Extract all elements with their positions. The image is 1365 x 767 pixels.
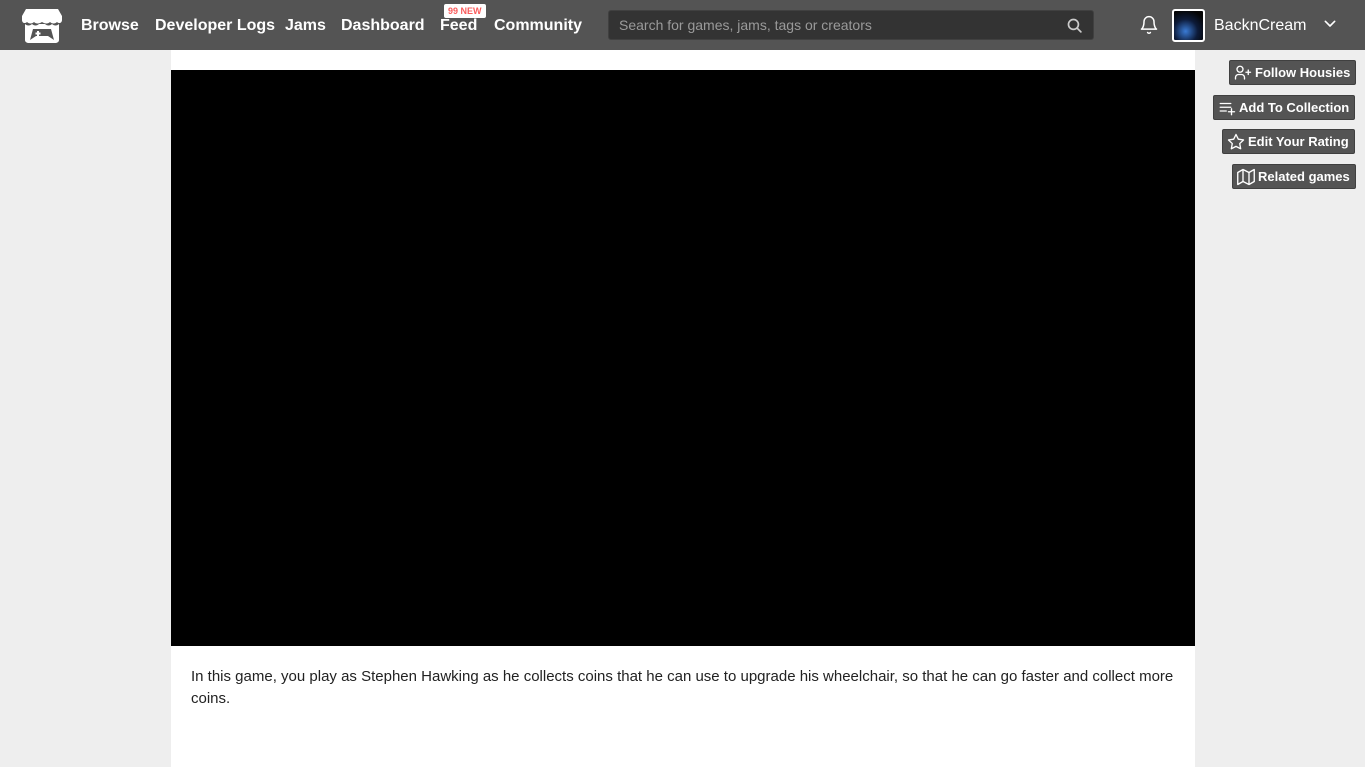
game-embed-frame[interactable] <box>171 70 1195 646</box>
search-icon[interactable] <box>1066 17 1083 34</box>
nav-developer-logs[interactable]: Developer Logs <box>155 15 275 37</box>
edit-rating-label: Edit Your Rating <box>1248 134 1349 149</box>
game-description: In this game, you play as Stephen Hawkin… <box>191 668 1174 707</box>
feed-new-badge: 99 NEW <box>444 4 486 18</box>
nav-dashboard[interactable]: Dashboard <box>341 15 425 37</box>
itchio-logo-icon[interactable] <box>22 7 62 44</box>
related-games-button[interactable]: Related games <box>1232 164 1356 189</box>
related-games-label: Related games <box>1258 169 1350 184</box>
map-icon <box>1237 168 1255 185</box>
search-bar <box>608 10 1094 40</box>
edit-rating-button[interactable]: Edit Your Rating <box>1222 129 1355 154</box>
user-plus-icon <box>1234 65 1252 80</box>
playlist-add-icon <box>1219 102 1236 115</box>
top-navigation-bar: Browse Developer Logs Jams Dashboard Fee… <box>0 0 1365 50</box>
nav-community[interactable]: Community <box>494 15 582 37</box>
follow-button-label: Follow Housies <box>1255 65 1351 80</box>
chevron-down-icon[interactable] <box>1321 16 1339 32</box>
username[interactable]: BacknCream <box>1214 15 1306 37</box>
bell-icon[interactable] <box>1139 14 1159 36</box>
nav-feed[interactable]: Feed <box>440 15 477 37</box>
nav-jams[interactable]: Jams <box>285 15 326 37</box>
add-to-collection-button[interactable]: Add To Collection <box>1213 95 1356 120</box>
nav-browse[interactable]: Browse <box>81 15 139 37</box>
game-page: In this game, you play as Stephen Hawkin… <box>171 50 1195 767</box>
avatar[interactable] <box>1172 9 1205 42</box>
add-to-collection-label: Add To Collection <box>1239 100 1350 115</box>
search-input[interactable] <box>609 11 1059 39</box>
follow-button[interactable]: Follow Housies <box>1229 60 1357 85</box>
star-icon <box>1227 133 1245 149</box>
